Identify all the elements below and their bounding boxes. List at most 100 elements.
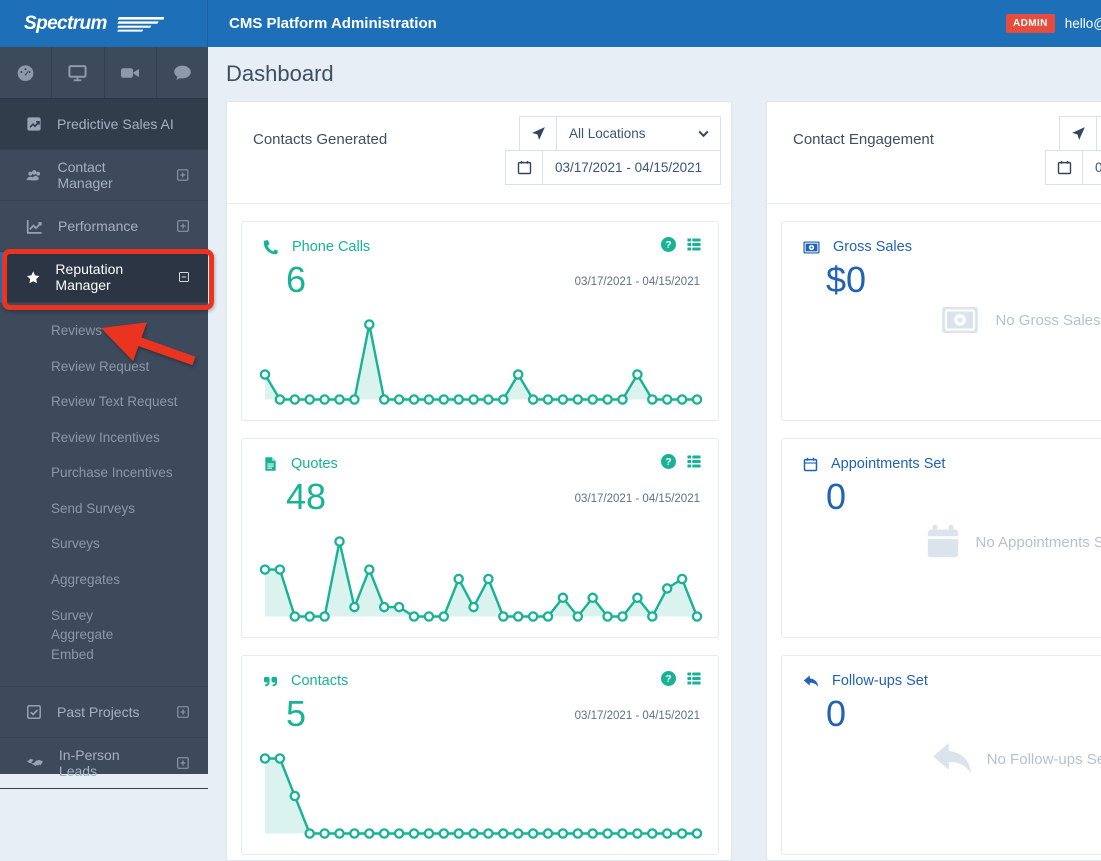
sidebar-item-predictive-sales-ai[interactable]: Predictive Sales AI [0,99,208,150]
money-bill-icon [803,241,820,253]
stat-label: Gross Sales [833,239,912,255]
quote-right-icon [263,676,278,686]
stat-value: 6 [286,259,307,300]
stat-value: 0 [826,476,847,517]
plus-square-icon[interactable] [176,168,190,182]
spectrum-logo: Spectrum [0,0,208,47]
location-select-value: All Locations [569,126,646,141]
desktop-icon [68,65,87,82]
submenu-item-surveys[interactable]: Surveys [0,526,208,562]
location-select[interactable] [1059,116,1101,151]
sidebar-item-label: Performance [58,218,139,234]
chevron-down-icon [698,130,709,137]
stat-label: Phone Calls [292,239,371,255]
reply-arrow-icon [803,674,819,687]
stat-value: 0 [826,693,847,734]
submenu-item-review-request[interactable]: Review Request [0,349,208,385]
stat-value: $0 [826,259,867,300]
money-bill-icon [942,306,979,334]
panel-title: Contact Engagement [793,131,934,148]
list-icon[interactable] [686,454,702,469]
submenu-item-review-incentives[interactable]: Review Incentives [0,420,208,456]
submenu-item-review-text-request[interactable]: Review Text Request [0,384,208,420]
user-email[interactable]: hello@ [1065,16,1101,31]
stat-label: Follow-ups Set [832,673,928,689]
submenu-item-send-surveys[interactable]: Send Surveys [0,491,208,527]
stat-value: 5 [286,693,307,734]
sidebar-item-label: In-Person Leads [58,747,120,780]
sidebar-tab-video[interactable] [105,47,157,98]
empty-state: No Gross Sales [782,306,1101,334]
plus-square-icon[interactable] [176,705,190,719]
help-icon[interactable]: ? [661,671,676,686]
users-icon [26,169,41,180]
chart-arrow-square-icon [27,117,41,131]
plus-square-icon[interactable] [176,219,190,233]
location-select[interactable]: All Locations [519,116,721,151]
sidebar-item-label: Reputation Manager [55,261,124,293]
quotes-card: Quotes ? 48 03/17/2021 - 04/15/2021 [241,438,719,638]
sidebar-item-performance[interactable]: Performance [0,201,208,252]
calendar-icon [927,524,958,558]
list-icon[interactable] [686,237,702,252]
stat-label: Contacts [291,673,349,689]
reputation-manager-submenu: Reviews Review Request Review Text Reque… [0,303,208,688]
empty-state: No Follow-ups Set [782,740,1101,778]
date-range-input[interactable]: 03/17/2021 - 04/15/2021 [505,150,721,185]
sidebar-item-contact-manager[interactable]: Contact Manager [0,150,208,201]
phone-calls-sparkline [259,319,703,405]
admin-badge: ADMIN [1005,14,1055,33]
sidebar-item-reputation-manager[interactable]: Reputation Manager [0,252,208,303]
location-arrow-icon [520,117,557,150]
date-range-input[interactable]: 03 [1045,150,1101,185]
video-camera-icon [121,67,140,78]
help-icon[interactable]: ? [661,237,676,252]
follow-ups-set-card: Follow-ups Set 0 No Follow-ups Set [781,655,1101,855]
list-icon[interactable] [686,671,702,686]
panel-title: Contacts Generated [253,131,388,148]
empty-state-label: No Appointments Set [975,533,1101,551]
gauge-icon [17,65,34,82]
quotes-sparkline [259,536,703,622]
contacts-card: Contacts ? 5 03/17/2021 - 04/15/2021 [241,655,719,855]
sidebar-tab-chat[interactable] [157,47,208,98]
date-range-value: 03/17/2021 - 04/15/2021 [555,160,703,175]
sidebar-item-in-person-leads[interactable]: In-Person Leads [0,738,208,790]
calendar-icon [506,151,543,184]
stat-value: 48 [286,476,327,517]
line-chart-icon [26,219,42,234]
sidebar-icon-strip [0,47,208,99]
contacts-sparkline [259,753,703,839]
contact-engagement-panel: Contact Engagement 03 [766,101,1101,861]
sidebar-item-label: Predictive Sales AI [57,116,174,132]
page-title: Dashboard [226,61,334,86]
gross-sales-card: Gross Sales $0 No Gross Sales [781,221,1101,421]
empty-state-label: No Gross Sales [995,311,1101,329]
calendar-icon [1046,151,1083,184]
sidebar-item-label: Past Projects [57,704,140,721]
sidebar-item-past-projects[interactable]: Past Projects [0,687,208,739]
submenu-item-survey-aggregate-embed[interactable]: Survey Aggregate Embed [0,598,170,673]
main-content: Dashboard Contacts Generated All Locatio… [208,47,1101,861]
comment-icon [174,65,191,80]
sidebar: Predictive Sales AI Contact Manager Perf… [0,47,208,790]
top-bar: Spectrum CMS Platform Administration ADM… [0,0,1101,47]
help-icon[interactable]: ? [661,454,676,469]
submenu-item-purchase-incentives[interactable]: Purchase Incentives [0,455,208,491]
sidebar-tab-dashboard[interactable] [0,47,53,98]
stat-label: Appointments Set [831,456,946,472]
stat-label: Quotes [291,456,338,472]
handshake-icon [26,759,43,767]
phone-icon [263,240,279,255]
sidebar-tab-desktop[interactable] [52,47,105,98]
reply-arrow-icon [932,742,971,774]
phone-calls-card: Phone Calls ? 6 03/17/2021 - 04/15/2021 [241,221,719,421]
minus-square-icon[interactable] [178,270,190,284]
star-icon [26,270,40,283]
file-text-icon [265,457,276,471]
submenu-item-reviews[interactable]: Reviews [0,313,208,349]
plus-square-icon[interactable] [176,756,190,770]
empty-state-label: No Follow-ups Set [986,750,1101,768]
submenu-item-aggregates[interactable]: Aggregates [0,562,208,598]
contacts-generated-panel: Contacts Generated All Locations 03/17/2… [226,101,732,861]
